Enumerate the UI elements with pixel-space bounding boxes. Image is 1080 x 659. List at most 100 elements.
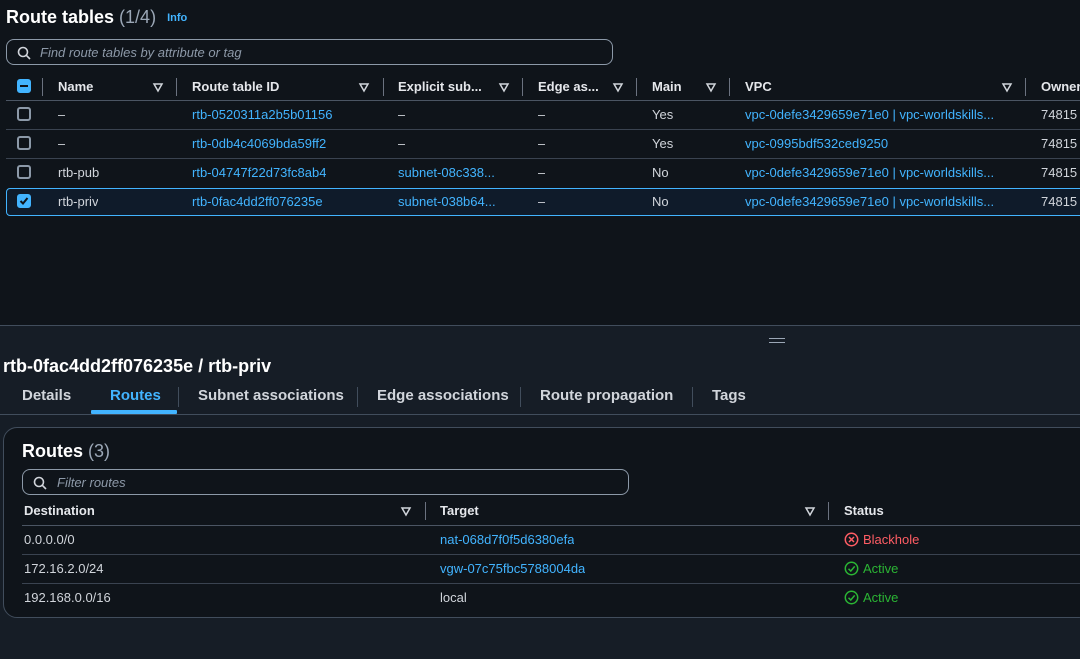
- cell-destination: 172.16.2.0/24: [24, 561, 104, 576]
- col-header-status[interactable]: Status: [844, 503, 884, 518]
- col-header-main[interactable]: Main: [652, 79, 682, 94]
- col-header-vpc[interactable]: VPC: [745, 79, 772, 94]
- row-checkbox-checked[interactable]: [17, 194, 31, 208]
- cell-main: Yes: [652, 136, 674, 151]
- route-table-id-link[interactable]: rtb-04747f22d73fc8ab4: [192, 165, 326, 180]
- sort-down-icon[interactable]: [152, 82, 164, 94]
- status-text: Active: [863, 590, 899, 605]
- column-separator[interactable]: [425, 502, 426, 520]
- cell-explicit-subnet: –: [398, 107, 406, 122]
- cell-destination: 192.168.0.0/16: [24, 590, 111, 605]
- row-checkbox[interactable]: [17, 136, 31, 150]
- vpc-link[interactable]: vpc-0defe3429659e71e0 | vpc-worldskills.…: [745, 165, 1013, 180]
- column-separator[interactable]: [828, 502, 829, 520]
- sort-down-icon[interactable]: [1001, 82, 1013, 94]
- cell-edge: –: [538, 107, 546, 122]
- row-divider: [22, 583, 1080, 584]
- tab-subnet-associations[interactable]: Subnet associations: [198, 387, 344, 404]
- resize-handle-icon[interactable]: [769, 338, 785, 343]
- column-separator[interactable]: [383, 78, 384, 96]
- col-header-name[interactable]: Name: [58, 79, 93, 94]
- cell-name: –: [58, 107, 66, 122]
- tab-tags[interactable]: Tags: [712, 387, 746, 404]
- tab-routes[interactable]: Routes: [110, 387, 161, 404]
- select-all-checkbox[interactable]: [17, 79, 31, 93]
- vpc-link[interactable]: vpc-0defe3429659e71e0 | vpc-worldskills.…: [745, 107, 1013, 122]
- routes-filter-input[interactable]: Filter routes: [22, 469, 629, 495]
- cell-explicit-subnet: –: [398, 136, 406, 151]
- cell-owner: 74815: [1041, 194, 1078, 209]
- route-table-id-link[interactable]: rtb-0db4c4069bda59ff2: [192, 136, 326, 151]
- routes-title: Routes (3): [22, 441, 110, 462]
- subnet-link[interactable]: subnet-08c338...: [398, 165, 506, 180]
- tab-separator: [692, 387, 693, 407]
- tab-separator: [178, 387, 179, 407]
- page-title: Route tables (1/4) Info: [6, 7, 187, 28]
- page-title-text: Route tables: [6, 7, 115, 27]
- search-icon: [33, 476, 47, 490]
- column-separator[interactable]: [729, 78, 730, 96]
- cell-owner: 74815: [1041, 136, 1078, 151]
- col-header-route-table-id[interactable]: Route table ID: [192, 79, 279, 94]
- subnet-link[interactable]: subnet-038b64...: [398, 194, 506, 209]
- col-header-owner[interactable]: Owner: [1041, 79, 1080, 94]
- sort-down-icon[interactable]: [804, 506, 816, 518]
- column-separator[interactable]: [1025, 78, 1026, 96]
- active-tab-indicator: [91, 410, 177, 414]
- route-table-id-link[interactable]: rtb-0520311a2b5b01156: [192, 107, 332, 122]
- success-circle-icon: [844, 561, 859, 576]
- sort-down-icon[interactable]: [498, 82, 510, 94]
- search-icon: [17, 46, 31, 60]
- detail-title: rtb-0fac4dd2ff076235e / rtb-priv: [3, 356, 272, 376]
- sort-down-icon[interactable]: [705, 82, 717, 94]
- cell-main: Yes: [652, 107, 674, 122]
- tab-edge-associations[interactable]: Edge associations: [377, 387, 509, 404]
- tab-bar-divider: [0, 414, 1080, 415]
- row-divider: [6, 158, 1080, 159]
- status-text: Blackhole: [863, 532, 920, 547]
- sort-down-icon[interactable]: [358, 82, 370, 94]
- split-divider[interactable]: [0, 325, 1080, 326]
- column-separator: [42, 78, 43, 96]
- cell-target: local: [440, 590, 467, 605]
- row-divider: [22, 554, 1080, 555]
- tab-route-propagation[interactable]: Route propagation: [540, 387, 673, 404]
- column-separator[interactable]: [636, 78, 637, 96]
- sort-down-icon[interactable]: [612, 82, 624, 94]
- column-separator[interactable]: [522, 78, 523, 96]
- success-circle-icon: [844, 590, 859, 605]
- routes-count: (3): [88, 441, 111, 461]
- vpc-link[interactable]: vpc-0995bdf532ced9250: [745, 136, 1013, 151]
- row-checkbox[interactable]: [17, 165, 31, 179]
- cell-owner: 74815: [1041, 165, 1078, 180]
- cell-name: –: [58, 136, 66, 151]
- filter-placeholder: Filter routes: [57, 475, 126, 490]
- selection-count: (1/4): [119, 7, 157, 27]
- cell-edge: –: [538, 194, 546, 209]
- error-circle-icon: [844, 532, 859, 547]
- col-header-explicit-subnet[interactable]: Explicit sub...: [398, 79, 482, 94]
- target-link[interactable]: vgw-07c75fbc5788004da: [440, 561, 585, 576]
- header-divider: [22, 525, 1080, 526]
- info-link[interactable]: Info: [167, 12, 187, 24]
- status-badge: Active: [844, 561, 944, 577]
- cell-name: rtb-priv: [58, 194, 99, 209]
- target-link[interactable]: nat-068d7f0f5d6380efa: [440, 532, 574, 547]
- column-separator[interactable]: [176, 78, 177, 96]
- status-badge: Active: [844, 590, 944, 606]
- route-table-id-link[interactable]: rtb-0fac4dd2ff076235e: [192, 194, 323, 209]
- vpc-link[interactable]: vpc-0defe3429659e71e0 | vpc-worldskills.…: [745, 194, 1013, 209]
- cell-main: No: [652, 165, 669, 180]
- sort-down-icon[interactable]: [400, 506, 412, 518]
- col-header-target[interactable]: Target: [440, 503, 479, 518]
- col-header-destination[interactable]: Destination: [24, 503, 95, 518]
- route-tables-search-input[interactable]: Find route tables by attribute or tag: [6, 39, 613, 65]
- routes-title-text: Routes: [22, 441, 84, 461]
- tab-separator: [520, 387, 521, 407]
- cell-edge: –: [538, 136, 546, 151]
- header-divider: [6, 100, 1080, 101]
- col-header-edge-associations[interactable]: Edge as...: [538, 79, 599, 94]
- tab-details[interactable]: Details: [22, 387, 71, 404]
- row-checkbox[interactable]: [17, 107, 31, 121]
- search-placeholder: Find route tables by attribute or tag: [40, 45, 242, 60]
